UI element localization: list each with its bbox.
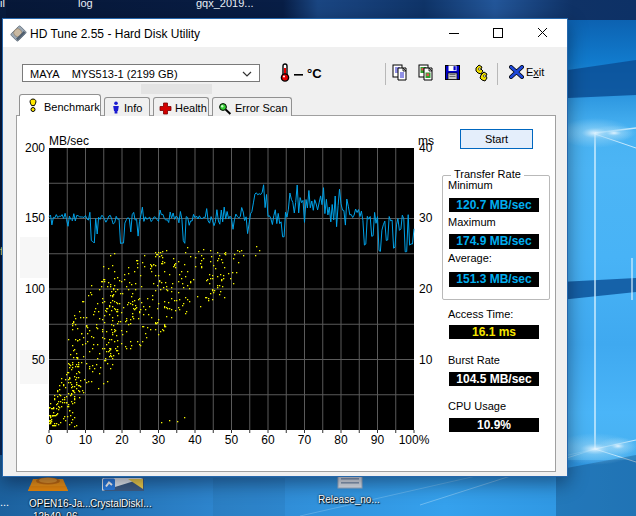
svg-text:MB/sec: MB/sec [49,134,89,148]
svg-text:80: 80 [334,433,348,447]
svg-text:50: 50 [225,433,239,447]
svg-text:30: 30 [152,433,166,447]
svg-text:gqx_2019...: gqx_2019... [196,0,254,9]
svg-text:20: 20 [419,282,433,296]
svg-text:il: il [0,0,5,9]
svg-text:20: 20 [115,433,129,447]
svg-text:log: log [78,0,93,9]
svg-text:40: 40 [188,433,202,447]
svg-text:90: 90 [371,433,385,447]
svg-text:40: 40 [419,141,433,155]
svg-text:70: 70 [298,433,312,447]
svg-text:30: 30 [419,211,433,225]
svg-text:200: 200 [25,141,45,155]
svg-text:150: 150 [25,211,45,225]
svg-text:10: 10 [419,353,433,367]
svg-text:0: 0 [46,433,53,447]
svg-text:100: 100 [25,282,45,296]
svg-text:...: ... [0,496,9,508]
svg-text:50: 50 [32,353,46,367]
svg-text:100%: 100% [399,433,430,447]
svg-text:60: 60 [261,433,275,447]
svg-text:10: 10 [79,433,93,447]
